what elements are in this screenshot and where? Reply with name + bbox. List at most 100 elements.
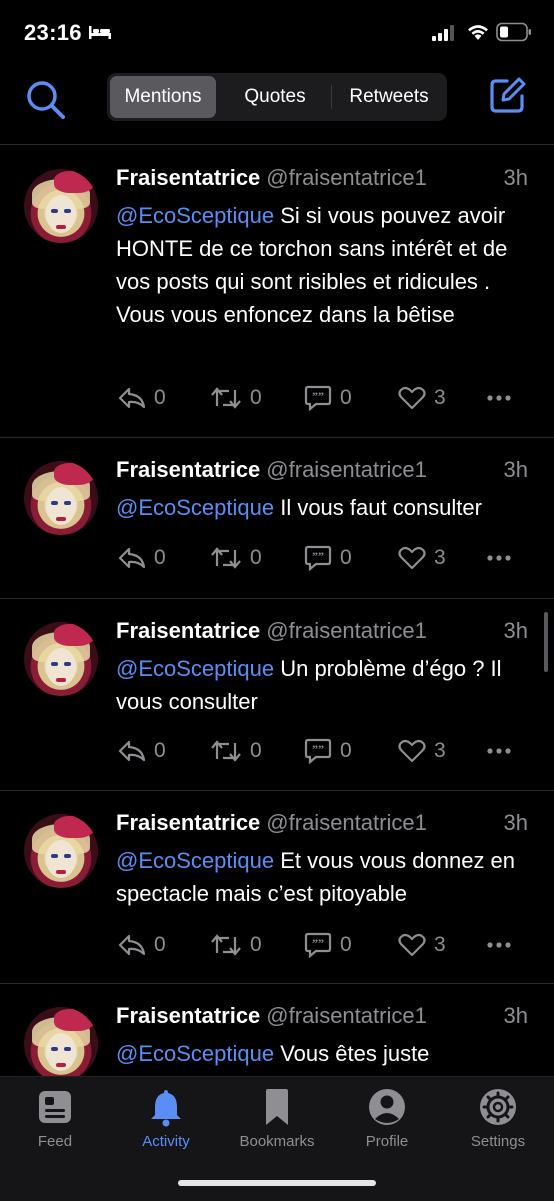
svg-text:””: ”” — [312, 389, 324, 403]
tweet-time: 3h — [503, 1003, 528, 1028]
mention-link[interactable]: @EcoSceptique — [116, 656, 274, 681]
scroll-indicator[interactable] — [544, 612, 548, 672]
quote-button[interactable]: ”” 0 — [304, 543, 352, 573]
status-bar: 23:16 — [0, 0, 554, 66]
heart-icon — [398, 933, 426, 957]
tab-retweets-label: Retweets — [349, 86, 429, 107]
heart-icon — [398, 546, 426, 570]
author-name[interactable]: Fraisentatrice — [116, 457, 260, 482]
more-icon — [487, 555, 511, 561]
activity-filter-segmented-control: Mentions Quotes Retweets — [107, 73, 447, 121]
tweet-actions: 0 0 ”” 0 3 — [116, 736, 536, 766]
gear-icon — [480, 1089, 516, 1125]
retweet-button[interactable]: 0 — [210, 930, 262, 960]
mention-link[interactable]: @EcoSceptique — [116, 203, 274, 228]
like-button[interactable]: 3 — [398, 736, 446, 766]
search-button[interactable] — [24, 78, 68, 122]
retweet-icon — [211, 934, 241, 956]
compose-button[interactable] — [487, 76, 527, 116]
quote-button[interactable]: ”” 0 — [304, 736, 352, 766]
more-options-button[interactable] — [486, 736, 520, 766]
heart-icon — [398, 739, 426, 763]
segment-divider — [331, 85, 332, 109]
mention-link[interactable]: @EcoSceptique — [116, 848, 274, 873]
reply-count: 0 — [154, 386, 166, 409]
bell-icon — [151, 1090, 181, 1127]
compose-icon — [490, 77, 526, 113]
tab-settings-label: Settings — [470, 1133, 526, 1150]
like-button[interactable]: 3 — [398, 383, 446, 413]
mention-link[interactable]: @EcoSceptique — [116, 495, 274, 520]
avatar[interactable] — [24, 461, 98, 535]
avatar[interactable] — [24, 814, 98, 888]
quote-icon: ”” — [304, 385, 332, 411]
author-handle: @fraisentatrice1 — [266, 618, 427, 643]
tab-feed[interactable]: Feed — [0, 1087, 110, 1157]
mention-link[interactable]: @EcoSceptique — [116, 1041, 274, 1066]
avatar[interactable] — [24, 1007, 98, 1076]
sleep-bed-icon — [89, 26, 111, 39]
tweet-actions: 0 0 ”” 0 3 — [116, 543, 536, 573]
heart-icon — [398, 386, 426, 410]
quote-count: 0 — [340, 546, 352, 569]
tweet[interactable]: Fraisentatrice @fraisentatrice1 3h @EcoSc… — [0, 790, 554, 984]
author-name[interactable]: Fraisentatrice — [116, 165, 260, 190]
tweet-time: 3h — [503, 457, 528, 482]
like-count: 3 — [434, 933, 446, 956]
like-button[interactable]: 3 — [398, 543, 446, 573]
tweet-text: @EcoSceptique Et vous vous donnez en spe… — [116, 844, 536, 910]
more-options-button[interactable] — [486, 543, 520, 573]
reply-count: 0 — [154, 933, 166, 956]
tab-bookmarks[interactable]: Bookmarks — [222, 1087, 332, 1157]
reply-button[interactable]: 0 — [118, 736, 166, 766]
tab-profile[interactable]: Profile — [332, 1087, 442, 1157]
tweet-time: 3h — [503, 810, 528, 835]
wifi-icon — [468, 25, 488, 40]
tab-quotes[interactable]: Quotes — [219, 76, 331, 118]
retweet-button[interactable]: 0 — [210, 383, 262, 413]
reply-button[interactable]: 0 — [118, 930, 166, 960]
quote-count: 0 — [340, 739, 352, 762]
tweet[interactable]: Fraisentatrice @fraisentatrice1 3h @EcoSc… — [0, 145, 554, 438]
tweet-actions: 0 0 ”” 0 3 — [116, 930, 536, 960]
retweet-icon — [211, 387, 241, 409]
reply-button[interactable]: 0 — [118, 543, 166, 573]
quote-button[interactable]: ”” 0 — [304, 383, 352, 413]
author-name[interactable]: Fraisentatrice — [116, 810, 260, 835]
more-options-button[interactable] — [486, 930, 520, 960]
tweet-text: @EcoSceptique Il vous faut consulter — [116, 491, 536, 524]
tweet[interactable]: Fraisentatrice @fraisentatrice1 3h @EcoSc… — [0, 437, 554, 599]
retweet-count: 0 — [250, 739, 262, 762]
tab-retweets[interactable]: Retweets — [333, 76, 445, 118]
tweet-time: 3h — [503, 165, 528, 190]
quote-icon: ”” — [304, 932, 332, 958]
retweet-count: 0 — [250, 546, 262, 569]
author-handle: @fraisentatrice1 — [266, 1003, 427, 1028]
tab-bookmarks-label: Bookmarks — [239, 1133, 315, 1150]
tweet-text: @EcoSceptique Si si vous pouvez avoir HO… — [116, 199, 536, 331]
tab-activity[interactable]: Activity — [111, 1087, 221, 1157]
more-options-button[interactable] — [486, 383, 520, 413]
quote-icon: ”” — [304, 545, 332, 571]
tweet[interactable]: Fraisentatrice @fraisentatrice1 3h @EcoSc… — [0, 983, 554, 1076]
retweet-icon — [211, 547, 241, 569]
avatar[interactable] — [24, 622, 98, 696]
quote-button[interactable]: ”” 0 — [304, 930, 352, 960]
profile-icon — [369, 1089, 405, 1125]
author-name[interactable]: Fraisentatrice — [116, 618, 260, 643]
retweet-button[interactable]: 0 — [210, 736, 262, 766]
tab-settings[interactable]: Settings — [443, 1087, 553, 1157]
author-handle: @fraisentatrice1 — [266, 165, 427, 190]
tweet[interactable]: Fraisentatrice @fraisentatrice1 3h @EcoSc… — [0, 598, 554, 791]
home-indicator[interactable] — [178, 1180, 376, 1186]
more-icon — [487, 942, 511, 948]
reply-button[interactable]: 0 — [118, 383, 166, 413]
like-button[interactable]: 3 — [398, 930, 446, 960]
retweet-count: 0 — [250, 386, 262, 409]
author-name[interactable]: Fraisentatrice — [116, 1003, 260, 1028]
reply-count: 0 — [154, 739, 166, 762]
more-icon — [487, 748, 511, 754]
avatar[interactable] — [24, 169, 98, 243]
tab-mentions[interactable]: Mentions — [110, 76, 216, 118]
retweet-button[interactable]: 0 — [210, 543, 262, 573]
